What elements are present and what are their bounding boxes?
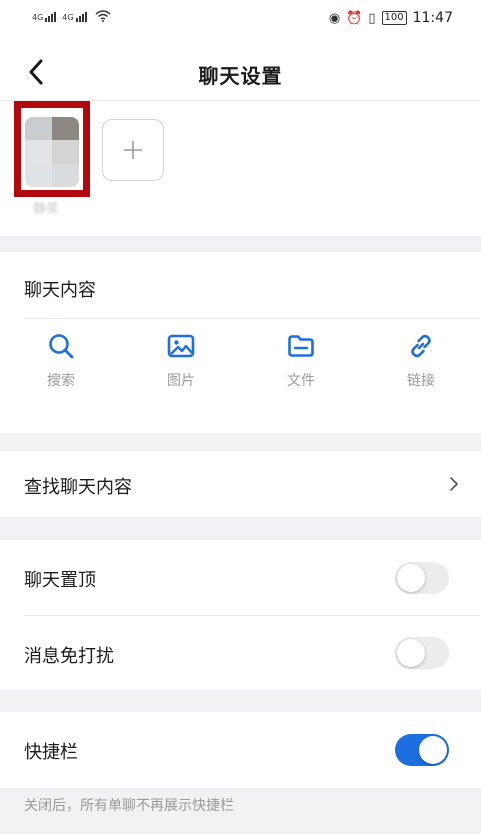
link-icon <box>411 334 431 358</box>
chat-settings-card: 聊天置顶 消息免打扰 <box>0 540 481 690</box>
signal-2-icon: 4G <box>62 12 87 22</box>
member-name: 静笑 <box>33 202 60 217</box>
status-time: 11:47 <box>412 10 453 26</box>
divider <box>24 615 481 616</box>
member-section: 静笑 <box>0 101 481 236</box>
divider <box>24 318 481 319</box>
shortcut-bar-label: 快捷栏 <box>24 742 78 763</box>
toggle-knob <box>397 564 425 592</box>
avatar-highlight-box <box>14 101 90 197</box>
find-chat-content-label: 查找聊天内容 <box>24 477 132 498</box>
vibrate-icon: ▯ <box>368 10 376 26</box>
status-bar: 4G 4G ◉ ⏰ ▯ 100 11:47 <box>0 0 481 44</box>
folder-icon <box>288 335 314 357</box>
signal-group: 4G 4G <box>32 10 111 22</box>
tool-search[interactable]: 搜索 <box>21 332 101 390</box>
find-chat-content-row[interactable]: 查找聊天内容 <box>0 451 481 517</box>
battery-icon: 100 <box>381 11 407 25</box>
shortcut-bar-hint: 关闭后，所有单聊不再展示快捷栏 <box>24 798 234 814</box>
alarm-icon: ⏰ <box>346 10 363 26</box>
chevron-right-icon <box>450 477 458 491</box>
plus-icon <box>124 141 142 159</box>
pin-chat-label: 聊天置顶 <box>24 570 96 591</box>
eye-icon: ◉ <box>328 10 341 26</box>
tool-file-label: 文件 <box>287 373 315 389</box>
shortcut-bar-toggle[interactable] <box>395 734 449 766</box>
tool-image[interactable]: 图片 <box>141 332 221 390</box>
wifi-icon <box>95 10 111 22</box>
mute-notifications-toggle[interactable] <box>395 637 449 669</box>
tool-search-label: 搜索 <box>47 373 75 389</box>
toggle-knob <box>419 736 447 764</box>
search-icon <box>49 334 74 359</box>
tool-link-label: 链接 <box>407 373 435 389</box>
status-right: ◉ ⏰ ▯ 100 11:47 <box>329 10 453 26</box>
tool-link[interactable]: 链接 <box>381 332 461 390</box>
tool-image-label: 图片 <box>167 373 195 389</box>
chat-content-title: 聊天内容 <box>24 280 96 301</box>
chat-content-tools: 搜索 图片 文件 链接 <box>0 332 481 412</box>
page-title: 聊天设置 <box>198 64 283 88</box>
image-icon <box>167 334 195 358</box>
add-member-button[interactable] <box>102 119 164 181</box>
tool-file[interactable]: 文件 <box>261 332 341 390</box>
nav-bar: 聊天设置 <box>0 44 481 101</box>
signal-1-icon: 4G <box>32 12 57 22</box>
shortcut-bar-card: 快捷栏 <box>0 712 481 788</box>
toggle-knob <box>397 639 425 667</box>
mute-notifications-label: 消息免打扰 <box>24 646 114 667</box>
chat-content-card: 聊天内容 搜索 图片 文件 链接 <box>0 252 481 433</box>
pin-chat-toggle[interactable] <box>395 562 449 594</box>
